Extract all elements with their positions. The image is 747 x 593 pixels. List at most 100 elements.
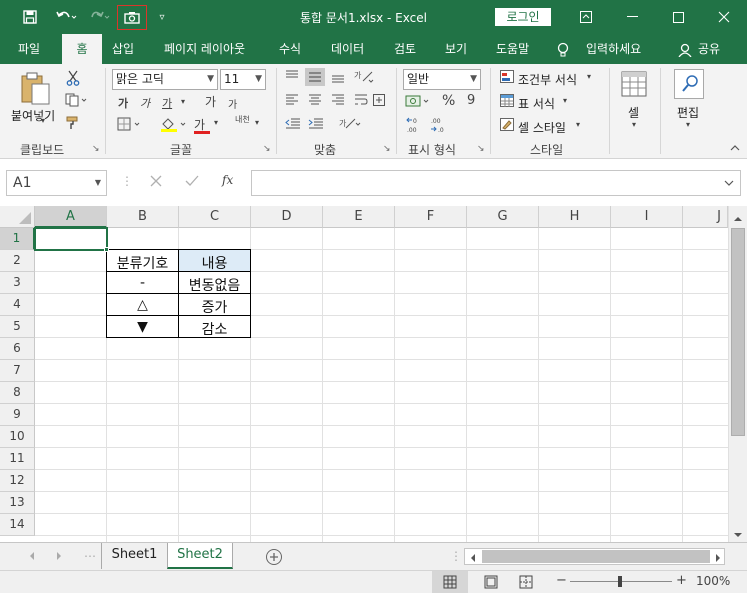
cell-styles-button[interactable]: 셀 스타일 (518, 119, 566, 136)
paste-icon[interactable] (20, 72, 52, 109)
align-left-icon[interactable] (285, 94, 299, 109)
column-header-c[interactable]: C (179, 206, 251, 228)
redo-icon[interactable] (86, 6, 114, 28)
fill-color-icon[interactable] (160, 117, 188, 136)
row-header-12[interactable]: 12 (0, 470, 35, 492)
cell-styles-dropdown-icon[interactable]: ▾ (576, 120, 580, 129)
row-header-6[interactable]: 6 (0, 338, 35, 360)
phonetic-dropdown-icon[interactable]: ▾ (255, 118, 259, 127)
ribbon-display-icon[interactable] (563, 0, 609, 34)
page-layout-view-icon[interactable] (480, 571, 502, 593)
scroll-up-icon[interactable] (733, 212, 743, 226)
name-box[interactable]: A1 ▼ (6, 170, 107, 196)
column-header-e[interactable]: E (323, 206, 395, 228)
column-header-j[interactable]: J (683, 206, 728, 228)
row-header-14[interactable]: 14 (0, 514, 35, 536)
copy-icon[interactable] (65, 93, 89, 110)
horizontal-scroll-thumb[interactable] (482, 550, 710, 563)
merge-center-icon[interactable]: 가 (339, 116, 361, 133)
camera-icon[interactable] (117, 5, 147, 30)
cells-icon[interactable] (620, 70, 648, 101)
share-icon[interactable] (678, 34, 692, 64)
row-header-13[interactable]: 13 (0, 492, 35, 514)
page-break-view-icon[interactable] (515, 571, 537, 593)
column-header-b[interactable]: B (107, 206, 179, 228)
column-header-h[interactable]: H (539, 206, 611, 228)
increase-indent-icon[interactable] (308, 118, 324, 133)
tab-page-layout[interactable]: 페이지 레이아웃 (164, 34, 245, 64)
cells-button[interactable]: 셀 (628, 104, 639, 121)
clipboard-launcher-icon[interactable]: ↘ (92, 144, 100, 154)
orientation-icon[interactable]: 가 (354, 69, 376, 85)
comma-style-button[interactable]: 9 (467, 93, 475, 108)
font-color-button[interactable]: 가 (194, 116, 210, 134)
fill-handle[interactable] (104, 247, 109, 252)
underline-dropdown-icon[interactable]: ▾ (181, 97, 185, 106)
format-as-table-icon[interactable] (500, 94, 515, 111)
column-header-d[interactable]: D (251, 206, 323, 228)
font-size-select[interactable]: 11 ▼ (220, 69, 266, 90)
zoom-level[interactable]: 100% (696, 574, 730, 588)
format-as-table-dropdown-icon[interactable]: ▾ (563, 96, 567, 105)
format-as-table-button[interactable]: 표 서식 (518, 95, 555, 112)
row-header-5[interactable]: 5 (0, 316, 35, 338)
conditional-format-icon[interactable] (500, 70, 515, 87)
cell-c2[interactable]: 내용 (179, 253, 250, 273)
tab-data[interactable]: 데이터 (331, 34, 364, 64)
zoom-slider-thumb[interactable] (618, 576, 622, 587)
sheet-tab-sheet2[interactable]: Sheet2 (167, 543, 233, 569)
align-top-icon[interactable] (285, 70, 299, 85)
row-header-2[interactable]: 2 (0, 250, 35, 272)
customize-qat-icon[interactable]: ▿ (150, 6, 174, 28)
cell-c5[interactable]: 감소 (179, 319, 250, 339)
column-header-g[interactable]: G (467, 206, 539, 228)
worksheet-grid[interactable]: A B C D E F G H I J 1 2 3 4 5 6 7 8 9 10… (0, 206, 747, 542)
cells-dropdown-icon[interactable]: ▾ (632, 120, 636, 129)
scroll-right-icon[interactable] (714, 552, 722, 566)
tab-view[interactable]: 보기 (445, 34, 467, 64)
tab-review[interactable]: 검토 (394, 34, 416, 64)
conditional-format-dropdown-icon[interactable]: ▾ (587, 72, 591, 81)
cell-styles-icon[interactable] (500, 118, 515, 135)
increase-decimal-icon[interactable]: 0.00 (406, 116, 424, 137)
row-header-4[interactable]: 4 (0, 294, 35, 316)
tell-me-search[interactable]: 입력하세요 (586, 34, 641, 64)
underline-button[interactable]: 가 (162, 95, 172, 111)
align-center-icon[interactable] (308, 94, 322, 109)
alignment-launcher-icon[interactable]: ↘ (383, 144, 391, 154)
align-bottom-icon[interactable] (331, 70, 345, 87)
column-header-i[interactable]: I (611, 206, 683, 228)
decrease-indent-icon[interactable] (285, 118, 301, 133)
tab-file[interactable]: 파일 (18, 34, 40, 64)
column-header-f[interactable]: F (395, 206, 467, 228)
grow-font-button[interactable]: 가 (205, 93, 216, 110)
share-button[interactable]: 공유 (698, 34, 720, 64)
undo-icon[interactable] (50, 6, 84, 28)
accounting-format-icon[interactable] (405, 94, 433, 111)
percent-button[interactable]: % (442, 93, 455, 109)
paste-label[interactable]: 붙여넣기 (11, 107, 55, 124)
editing-dropdown-icon[interactable]: ▾ (686, 120, 690, 129)
vertical-scroll-thumb[interactable] (731, 228, 745, 436)
cell-b5[interactable]: ▼ (107, 319, 178, 335)
format-painter-icon[interactable] (66, 116, 80, 133)
font-name-select[interactable]: 맑은 고딕 ▼ (112, 69, 218, 90)
sheet-tab-sheet1[interactable]: Sheet1 (101, 543, 167, 569)
formula-input[interactable] (251, 170, 741, 196)
enter-icon[interactable] (185, 175, 199, 190)
editing-button[interactable]: 편집 (677, 104, 699, 121)
row-header-7[interactable]: 7 (0, 360, 35, 382)
shrink-font-button[interactable]: 가 (228, 96, 237, 111)
active-cell-a1[interactable] (34, 227, 108, 251)
login-button[interactable]: 로그인 (495, 8, 551, 26)
decrease-decimal-icon[interactable]: .00.0 (430, 116, 448, 137)
close-icon[interactable] (701, 0, 747, 34)
wrap-text-icon[interactable] (354, 94, 368, 109)
row-header-1[interactable]: 1 (0, 228, 35, 250)
zoom-in-button[interactable]: + (676, 573, 687, 588)
cell-b2[interactable]: 분류기호 (107, 253, 178, 273)
row-header-11[interactable]: 11 (0, 448, 35, 470)
cell-b3[interactable]: - (107, 275, 178, 291)
save-icon[interactable] (18, 6, 42, 28)
tab-help[interactable]: 도움말 (496, 34, 529, 64)
